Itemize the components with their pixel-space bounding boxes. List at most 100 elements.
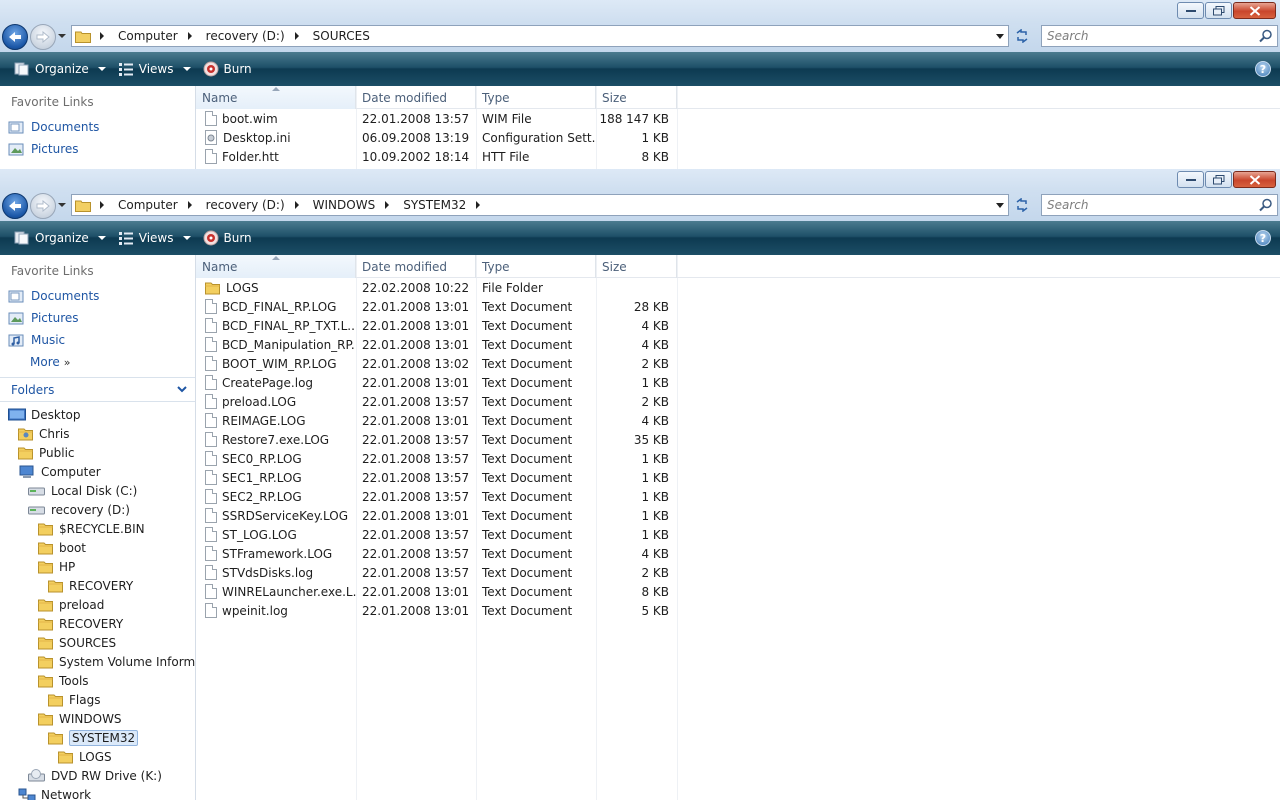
search-input[interactable] [1042, 195, 1242, 215]
refresh-button[interactable] [1010, 194, 1034, 216]
tree-item[interactable]: SOURCES [0, 633, 195, 652]
back-button[interactable] [2, 193, 28, 219]
help-button[interactable]: ? [1255, 61, 1271, 77]
file-row[interactable]: SEC1_RP.LOG 22.01.2008 13:57 Text Document… [196, 468, 1280, 487]
breadcrumb-recovery-drive[interactable]: recovery (D:) [198, 26, 305, 46]
views-button[interactable]: Views [112, 225, 197, 251]
tree-item[interactable]: LOGS [0, 747, 195, 766]
tree-item[interactable]: recovery (D:) [0, 500, 195, 519]
close-button[interactable] [1233, 171, 1276, 188]
search-box[interactable] [1041, 194, 1278, 216]
tree-item[interactable]: Local Disk (C:) [0, 481, 195, 500]
breadcrumb-chevron-icon[interactable] [385, 201, 390, 209]
file-row[interactable]: BCD_FINAL_RP.LOG 22.01.2008 13:01 Text Doc… [196, 297, 1280, 316]
file-row[interactable]: ST_LOG.LOG 22.01.2008 13:57 Text Document 1… [196, 525, 1280, 544]
file-row[interactable]: REIMAGE.LOG 22.01.2008 13:01 Text Document… [196, 411, 1280, 430]
tree-item[interactable]: WINDOWS [0, 709, 195, 728]
column-header-name[interactable]: Name [196, 255, 356, 278]
tree-item[interactable]: Public [0, 443, 195, 462]
file-row[interactable]: BCD_FINAL_RP_TXT.L... 22.01.2008 13:01 Tex… [196, 316, 1280, 335]
favorite-link-pictures[interactable]: Pictures [0, 138, 195, 160]
address-history-dropdown[interactable] [996, 34, 1004, 39]
breadcrumb-computer[interactable]: Computer [110, 195, 198, 215]
file-row[interactable]: SEC0_RP.LOG 22.01.2008 13:57 Text Document… [196, 449, 1280, 468]
recent-pages-dropdown[interactable] [58, 203, 66, 207]
breadcrumb-chevron-icon[interactable] [476, 201, 481, 209]
tree-item[interactable]: Chris [0, 424, 195, 443]
file-row[interactable]: preload.LOG 22.01.2008 13:57 Text Document… [196, 392, 1280, 411]
breadcrumb-system32[interactable]: SYSTEM32 [395, 195, 486, 215]
title-bar[interactable] [0, 169, 1280, 191]
file-row[interactable]: CreatePage.log 22.01.2008 13:01 Text Docum… [196, 373, 1280, 392]
file-row[interactable]: boot.wim 22.01.2008 13:57 WIM File 188 147 … [196, 109, 1280, 128]
organize-button[interactable]: Organize [8, 225, 112, 251]
breadcrumb-root-chevron[interactable] [94, 26, 110, 46]
recent-pages-dropdown[interactable] [58, 34, 66, 38]
restore-button[interactable] [1205, 171, 1232, 188]
tree-item[interactable]: RECOVERY [0, 614, 195, 633]
breadcrumb-chevron-icon[interactable] [294, 201, 299, 209]
favorite-link-pictures[interactable]: Pictures [0, 307, 195, 329]
more-favorites-link[interactable]: More » [0, 351, 195, 373]
tree-item[interactable]: RECOVERY [0, 576, 195, 595]
folders-header[interactable]: Folders [0, 377, 195, 402]
search-icon[interactable] [1259, 29, 1273, 43]
file-row[interactable]: Folder.htt 10.09.2002 18:14 HTT File 8 KB [196, 147, 1280, 166]
title-bar[interactable] [0, 0, 1280, 22]
tree-item[interactable]: SYSTEM32 [0, 728, 195, 747]
breadcrumb-chevron-icon[interactable] [294, 32, 299, 40]
file-row[interactable]: BOOT_WIM_RP.LOG 22.01.2008 13:02 Text Docu… [196, 354, 1280, 373]
tree-item[interactable]: preload [0, 595, 195, 614]
file-row[interactable]: SSRDServiceKey.LOG 22.01.2008 13:01 Text D… [196, 506, 1280, 525]
breadcrumb-windows[interactable]: WINDOWS [305, 195, 396, 215]
column-header-date-modified[interactable]: Date modified [356, 255, 476, 278]
burn-button[interactable]: Burn [197, 56, 258, 82]
breadcrumb-root-chevron[interactable] [94, 195, 110, 215]
file-row[interactable]: SEC2_RP.LOG 22.01.2008 13:57 Text Document… [196, 487, 1280, 506]
breadcrumb-sources[interactable]: SOURCES [305, 26, 378, 46]
column-header-size[interactable]: Size [596, 255, 677, 278]
file-row[interactable]: BCD_Manipulation_RP.... 22.01.2008 13:01 T… [196, 335, 1280, 354]
favorite-link-documents[interactable]: Documents [0, 285, 195, 307]
forward-button[interactable] [30, 24, 56, 50]
tree-item[interactable]: System Volume Informat [0, 652, 195, 671]
tree-item[interactable]: Flags [0, 690, 195, 709]
address-bar[interactable]: Computer recovery (D:) SOURCES [71, 25, 1009, 47]
search-icon[interactable] [1259, 198, 1273, 212]
column-header-type[interactable]: Type [476, 255, 596, 278]
breadcrumb-recovery-drive[interactable]: recovery (D:) [198, 195, 305, 215]
file-row[interactable]: WINRELauncher.exe.L... 22.01.2008 13:01 Te… [196, 582, 1280, 601]
help-button[interactable]: ? [1255, 230, 1271, 246]
refresh-button[interactable] [1010, 25, 1034, 47]
favorite-link-documents[interactable]: Documents [0, 116, 195, 138]
restore-button[interactable] [1205, 2, 1232, 19]
search-box[interactable] [1041, 25, 1278, 47]
column-header-size[interactable]: Size [596, 86, 677, 109]
search-input[interactable] [1042, 26, 1242, 46]
breadcrumb-chevron-icon[interactable] [187, 32, 192, 40]
file-row[interactable]: wpeinit.log 22.01.2008 13:01 Text Document… [196, 601, 1280, 620]
tree-item[interactable]: Desktop [0, 405, 195, 424]
minimize-button[interactable] [1177, 2, 1204, 19]
breadcrumb-chevron-icon[interactable] [187, 201, 192, 209]
tree-item[interactable]: Network [0, 785, 195, 800]
column-header-type[interactable]: Type [476, 86, 596, 109]
close-button[interactable] [1233, 2, 1276, 19]
file-row[interactable]: LOGS 22.02.2008 10:22 File Folder [196, 278, 1280, 297]
file-row[interactable]: STVdsDisks.log 22.01.2008 13:57 Text Docum… [196, 563, 1280, 582]
file-row[interactable]: Restore7.exe.LOG 22.01.2008 13:57 Text Doc… [196, 430, 1280, 449]
back-button[interactable] [2, 24, 28, 50]
minimize-button[interactable] [1177, 171, 1204, 188]
views-button[interactable]: Views [112, 56, 197, 82]
file-row[interactable]: Desktop.ini 06.09.2008 13:19 Configuration… [196, 128, 1280, 147]
forward-button[interactable] [30, 193, 56, 219]
tree-item[interactable]: boot [0, 538, 195, 557]
column-header-name[interactable]: Name [196, 86, 356, 109]
breadcrumb-computer[interactable]: Computer [110, 26, 198, 46]
address-history-dropdown[interactable] [996, 203, 1004, 208]
address-bar[interactable]: Computer recovery (D:) WINDOWS SYSTEM32 [71, 194, 1009, 216]
tree-item[interactable]: Tools [0, 671, 195, 690]
favorite-link-music[interactable]: Music [0, 329, 195, 351]
organize-button[interactable]: Organize [8, 56, 112, 82]
tree-item[interactable]: DVD RW Drive (K:) [0, 766, 195, 785]
